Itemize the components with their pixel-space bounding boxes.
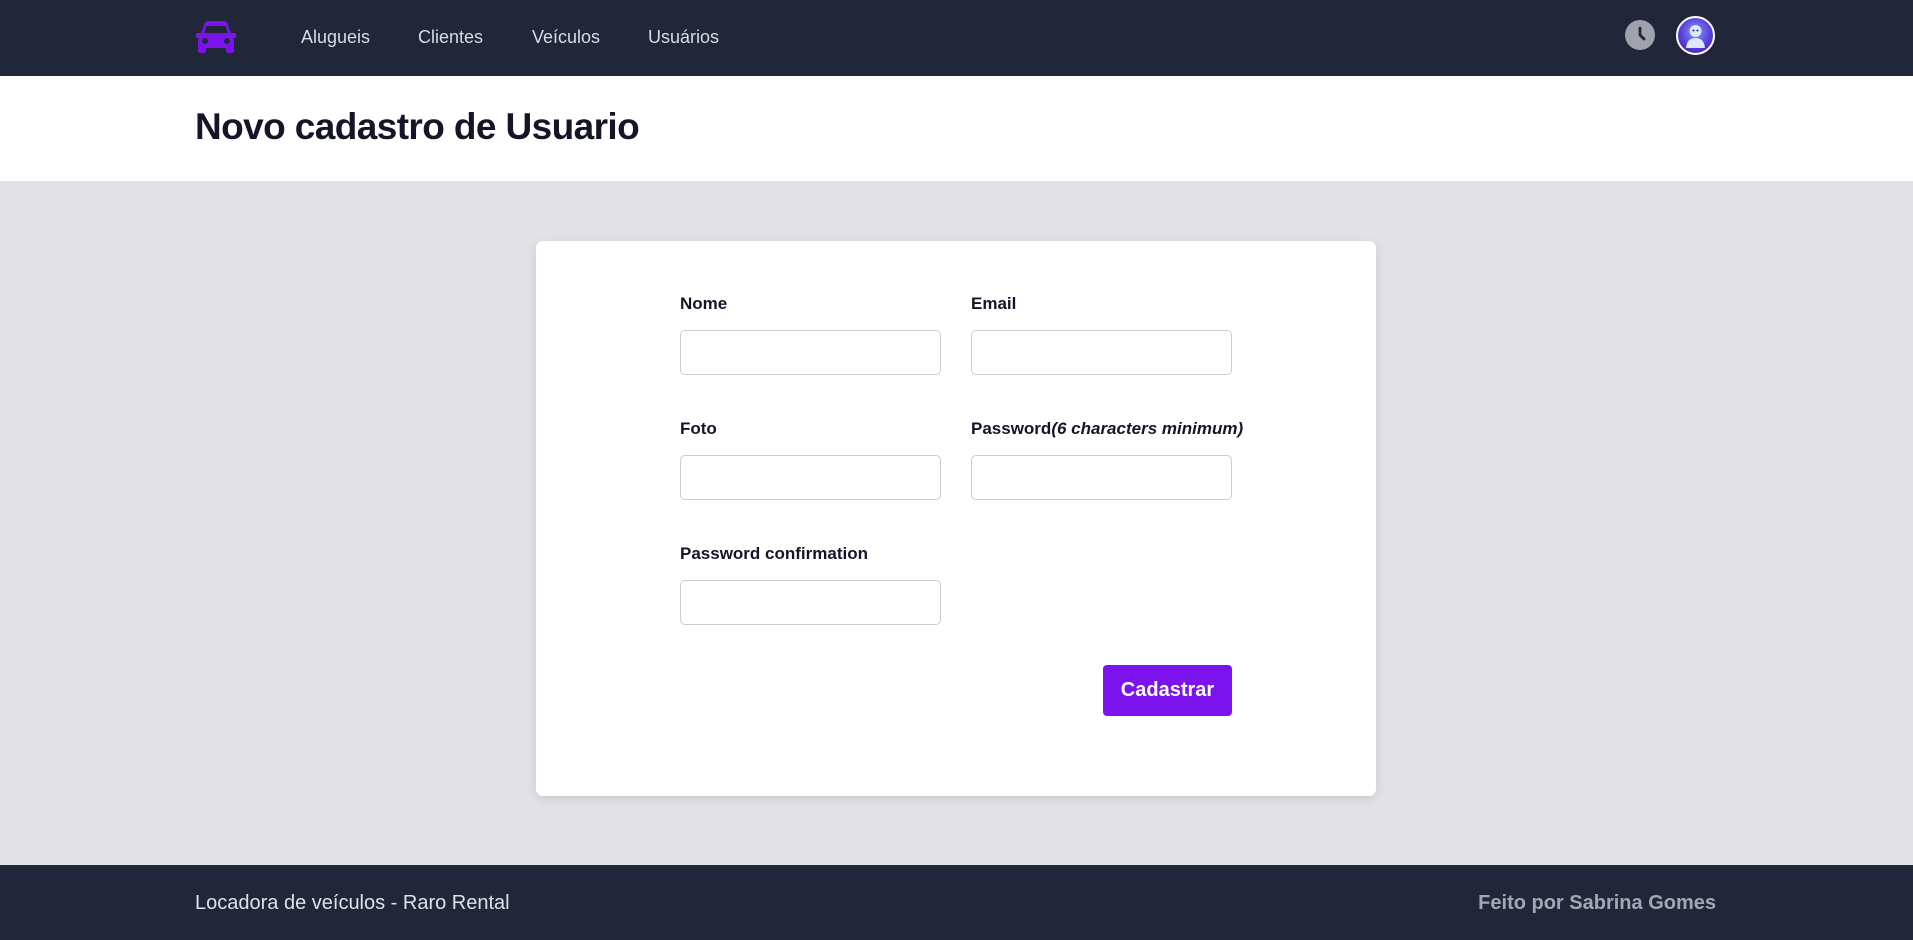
nav-link-alugueis[interactable]: Alugueis [301, 25, 370, 49]
footer-company-text: Locadora de veículos - Raro Rental [195, 892, 510, 914]
password-input[interactable] [971, 455, 1232, 500]
nome-label: Nome [680, 294, 728, 313]
email-label: Email [971, 294, 1017, 313]
user-avatar[interactable] [1676, 16, 1715, 55]
foto-label: Foto [680, 419, 717, 438]
password-label-text: Password [971, 419, 1052, 438]
cadastrar-button[interactable]: Cadastrar [1103, 665, 1232, 716]
nav-link-clientes[interactable]: Clientes [418, 25, 483, 49]
nav-link-usuarios[interactable]: Usuários [648, 25, 719, 49]
footer-author-text: Feito por Sabrina Gomes [1478, 892, 1716, 914]
password-confirmation-label: Password confirmation [680, 544, 868, 563]
car-icon[interactable] [195, 20, 237, 54]
nav-link-veiculos[interactable]: Veículos [532, 25, 600, 49]
page-title: Novo cadastro de Usuario [195, 106, 640, 147]
footer: Locadora de veículos - Raro Rental Feito… [0, 865, 1913, 940]
password-label: Password(6 characters minimum) [971, 419, 1243, 439]
password-hint: (6 characters minimum) [1051, 419, 1244, 438]
user-registration-form: Nome Email Foto Password(6 characters mi… [536, 241, 1376, 796]
foto-input[interactable] [680, 455, 941, 500]
email-input[interactable] [971, 330, 1232, 375]
page-header: Novo cadastro de Usuario [0, 76, 1913, 181]
clock-icon[interactable] [1625, 20, 1655, 50]
password-confirmation-input[interactable] [680, 580, 941, 625]
top-navbar: Alugueis Clientes Veículos Usuários [0, 0, 1913, 76]
nome-input[interactable] [680, 330, 941, 375]
